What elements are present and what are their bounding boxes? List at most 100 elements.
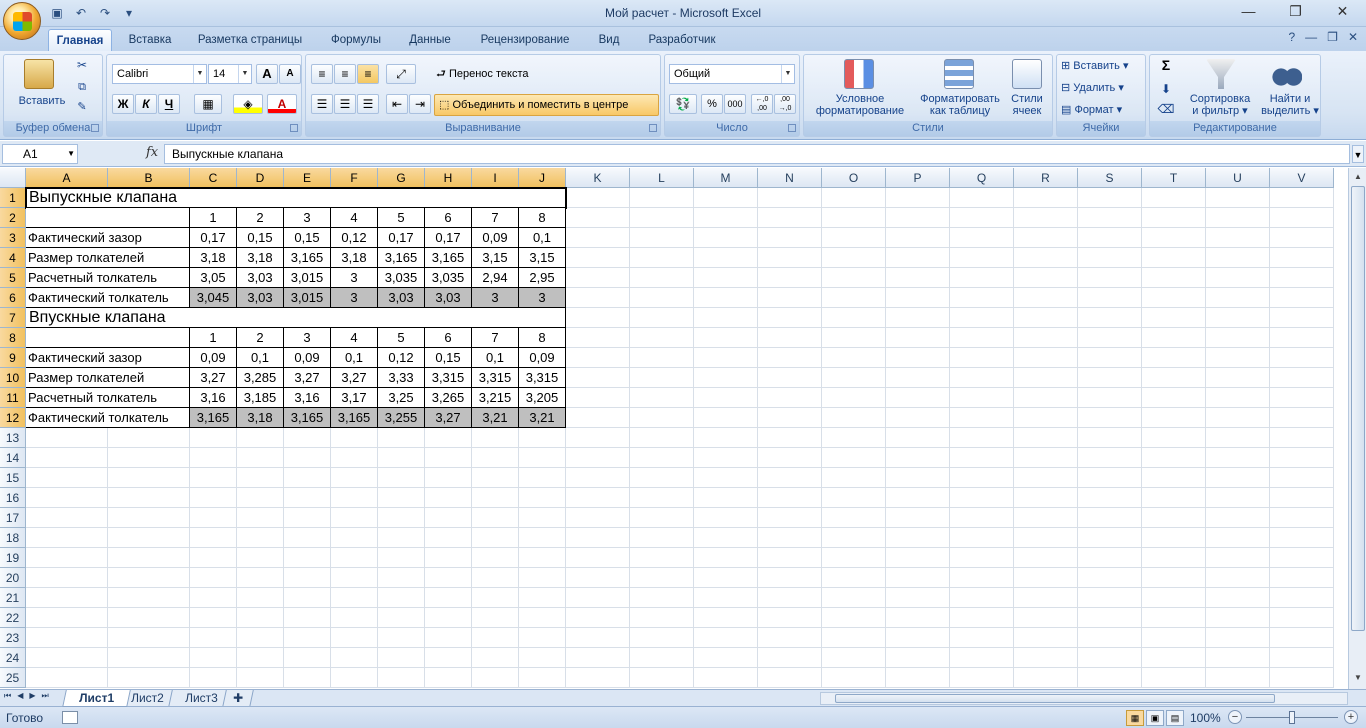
empty-cell[interactable] [694,428,758,448]
empty-cell[interactable] [1206,228,1270,248]
binoculars-icon[interactable] [1272,59,1302,89]
empty-cell[interactable] [822,508,886,528]
column-header-i[interactable]: I [472,168,519,188]
empty-cell[interactable] [630,448,694,468]
table-value-cell[interactable]: 3,185 [237,388,284,408]
empty-cell[interactable] [1206,448,1270,468]
empty-cell[interactable] [190,428,237,448]
empty-cell[interactable] [566,208,630,228]
select-all-corner[interactable] [0,168,26,188]
table-value-cell[interactable]: 3,05 [190,268,237,288]
row-header-7[interactable]: 7 [0,308,26,328]
empty-cell[interactable] [472,428,519,448]
empty-cell[interactable] [378,568,425,588]
empty-cell[interactable] [630,388,694,408]
empty-cell[interactable] [566,328,630,348]
table-header-cell[interactable]: 3 [284,208,331,228]
row-header-2[interactable]: 2 [0,208,26,228]
column-header-a[interactable]: A [26,168,108,188]
empty-cell[interactable] [566,648,630,668]
empty-cell[interactable] [886,288,950,308]
column-header-m[interactable]: M [694,168,758,188]
table-value-cell[interactable]: 0,1 [237,348,284,368]
empty-cell[interactable] [26,608,108,628]
empty-cell[interactable] [284,428,331,448]
row-header-4[interactable]: 4 [0,248,26,268]
sort-filter-icon[interactable] [1206,59,1236,89]
empty-cell[interactable] [425,448,472,468]
empty-cell[interactable] [822,368,886,388]
empty-cell[interactable] [950,628,1014,648]
empty-cell[interactable] [566,588,630,608]
empty-cell[interactable] [472,628,519,648]
tab-insert[interactable]: Вставка [118,29,182,51]
empty-cell[interactable] [1142,288,1206,308]
empty-cell[interactable] [331,508,378,528]
empty-cell[interactable] [950,388,1014,408]
wrap-text-button[interactable]: ⮐ Перенос текста [436,68,546,80]
empty-cell[interactable] [190,488,237,508]
empty-cell[interactable] [1014,568,1078,588]
empty-cell[interactable] [1142,228,1206,248]
empty-cell[interactable] [1014,348,1078,368]
table-value-cell[interactable]: 0,15 [237,228,284,248]
dialog-launcher-icon[interactable] [290,124,298,132]
empty-cell[interactable] [1142,448,1206,468]
empty-cell[interactable] [1270,368,1334,388]
underline-button[interactable]: Ч [158,94,180,114]
empty-cell[interactable] [758,348,822,368]
table-value-cell[interactable]: 3,165 [425,248,472,268]
empty-cell[interactable] [758,288,822,308]
tab-data[interactable]: Данные [398,29,462,51]
table-value-cell[interactable]: 3 [472,288,519,308]
empty-cell[interactable] [1142,388,1206,408]
empty-cell[interactable] [1014,648,1078,668]
empty-cell[interactable] [190,568,237,588]
table-value-cell[interactable]: 3 [519,288,566,308]
decrease-decimal-button[interactable]: ,00 →,0 [774,94,796,114]
paste-icon[interactable] [24,59,54,89]
empty-cell[interactable] [378,448,425,468]
empty-cell[interactable] [1078,308,1142,328]
conditional-formatting-icon[interactable] [844,59,874,89]
empty-cell[interactable] [519,508,566,528]
empty-cell[interactable] [566,408,630,428]
empty-cell[interactable] [566,368,630,388]
empty-cell[interactable] [694,188,758,208]
row-header-25[interactable]: 25 [0,668,26,688]
empty-cell[interactable] [1270,428,1334,448]
table-value-cell[interactable]: 3,18 [190,248,237,268]
empty-cell[interactable] [758,508,822,528]
column-header-q[interactable]: Q [950,168,1014,188]
empty-cell[interactable] [519,528,566,548]
empty-cell[interactable] [1014,668,1078,688]
empty-cell[interactable] [237,428,284,448]
empty-cell[interactable] [108,488,190,508]
empty-cell[interactable] [1014,308,1078,328]
empty-cell[interactable] [630,308,694,328]
column-header-j[interactable]: J [519,168,566,188]
empty-cell[interactable] [1078,408,1142,428]
empty-cell[interactable] [284,548,331,568]
empty-cell[interactable] [1206,568,1270,588]
empty-cell[interactable] [425,648,472,668]
empty-cell[interactable] [1078,208,1142,228]
empty-cell[interactable] [566,508,630,528]
table-row-label[interactable]: Фактический зазор [26,348,190,368]
empty-cell[interactable] [566,248,630,268]
empty-cell[interactable] [1142,308,1206,328]
empty-cell[interactable] [284,588,331,608]
empty-cell[interactable] [1014,248,1078,268]
empty-cell[interactable] [950,348,1014,368]
table-header-cell[interactable]: 1 [190,328,237,348]
vertical-scrollbar[interactable]: ▲ ▼ [1348,168,1366,689]
currency-format-icon[interactable]: 💱 [669,94,697,114]
empty-cell[interactable] [26,628,108,648]
italic-button[interactable]: К [135,94,157,114]
empty-cell[interactable] [26,468,108,488]
empty-cell[interactable] [425,588,472,608]
empty-cell[interactable] [425,508,472,528]
empty-cell[interactable] [822,248,886,268]
table-row-label[interactable]: Размер толкателей [26,248,190,268]
empty-cell[interactable] [1142,428,1206,448]
